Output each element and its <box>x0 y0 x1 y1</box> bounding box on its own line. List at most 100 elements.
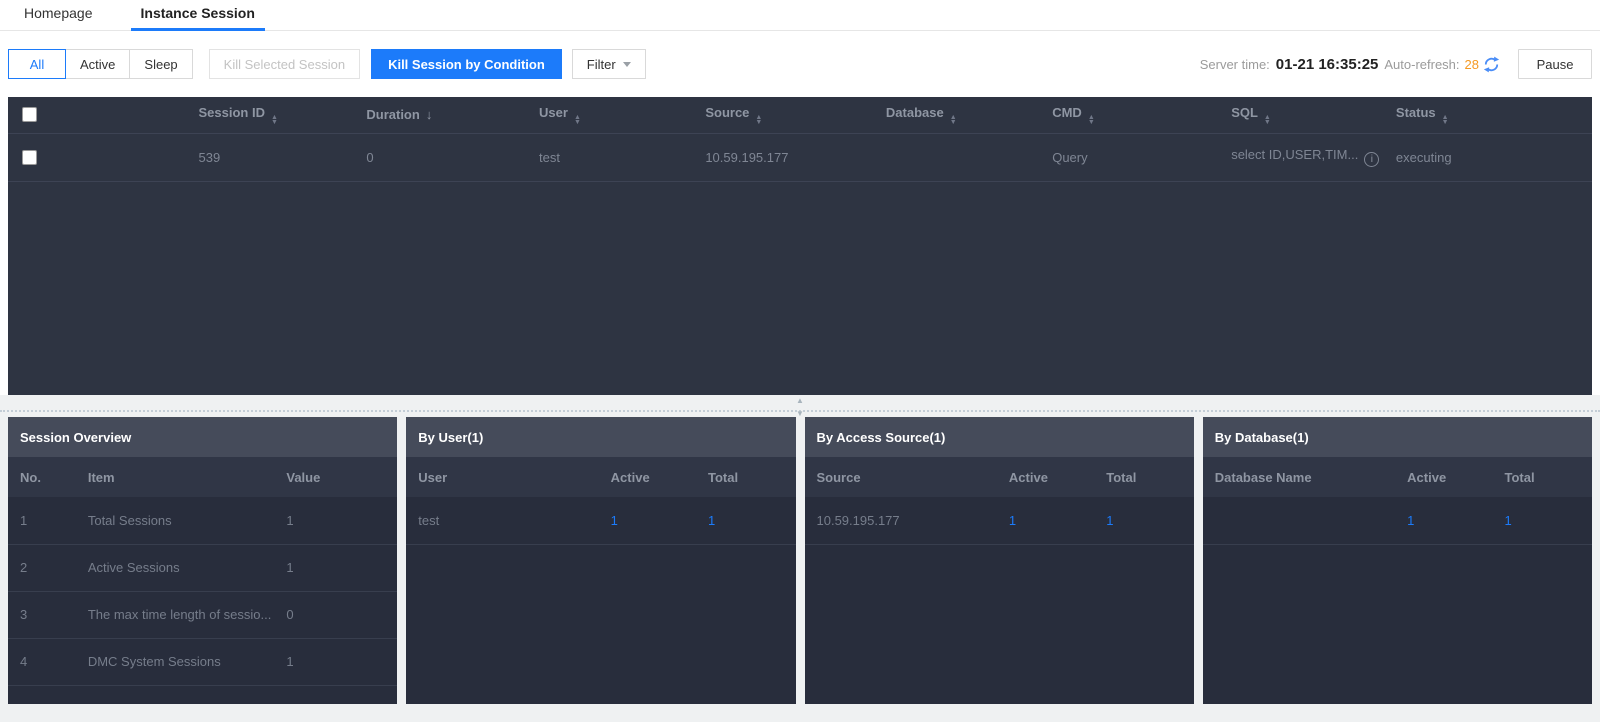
cell-sql: select ID,USER,TIM...i <box>1229 133 1394 181</box>
panel-session-overview: Session Overview No. Item Value 1 Total … <box>8 417 397 704</box>
table-header-row: Session ID▲▼ Duration↓ User▲▼ Source▲▼ D… <box>8 97 1592 133</box>
splitter-grip-icon[interactable]: ▲▼ <box>796 397 804 417</box>
sort-icon[interactable]: ▲▼ <box>1442 115 1449 125</box>
cell-no: 3 <box>8 591 86 638</box>
column-header-source[interactable]: Source▲▼ <box>703 97 884 133</box>
column-header-status[interactable]: Status▲▼ <box>1394 97 1592 133</box>
tab-instance-session[interactable]: Instance Session <box>137 5 259 30</box>
cell-source: 10.59.195.177 <box>703 133 884 181</box>
server-time-label: Server time: <box>1200 57 1270 72</box>
total-count-link[interactable]: 1 <box>706 497 796 544</box>
column-header-sql[interactable]: SQL▲▼ <box>1229 97 1394 133</box>
cell-no: 2 <box>8 544 86 591</box>
list-item: 2 Active Sessions 1 <box>8 544 397 591</box>
col-total: Total <box>1502 457 1592 497</box>
cell-item: DMC System Sessions <box>86 638 285 685</box>
list-item: 10.59.195.177 1 1 <box>805 497 1194 544</box>
panel-header-row: User Active Total <box>406 457 795 497</box>
panel-by-user: By User(1) User Active Total test 1 1 <box>406 417 795 704</box>
cell-value: 1 <box>284 497 397 544</box>
toolbar-right: Server time: 01-21 16:35:25 Auto-refresh… <box>1200 49 1592 79</box>
panel-body <box>8 686 397 705</box>
cell-cmd: Query <box>1050 133 1229 181</box>
panel-body <box>406 545 795 705</box>
cell-source: 10.59.195.177 <box>805 497 1007 544</box>
column-header-session-id[interactable]: Session ID▲▼ <box>196 97 364 133</box>
auto-refresh-label: Auto-refresh: <box>1384 57 1459 72</box>
col-active: Active <box>1405 457 1502 497</box>
session-state-filter-group: All Active Sleep <box>8 49 192 79</box>
tab-homepage[interactable]: Homepage <box>20 5 97 30</box>
server-time-value: 01-21 16:35:25 <box>1276 56 1379 73</box>
sort-icon[interactable]: ▲▼ <box>950 115 957 125</box>
panel-header-row: No. Item Value <box>8 457 397 497</box>
filter-dropdown-label: Filter <box>587 57 616 72</box>
cell-status: executing <box>1394 133 1592 181</box>
col-value: Value <box>284 457 397 497</box>
filter-dropdown-button[interactable]: Filter <box>572 49 646 79</box>
bottom-strip <box>0 704 1600 722</box>
filter-active-button[interactable]: Active <box>65 49 130 79</box>
list-item: 1 Total Sessions 1 <box>8 497 397 544</box>
cell-item: Total Sessions <box>86 497 285 544</box>
column-header-database[interactable]: Database▲▼ <box>884 97 1050 133</box>
session-table: Session ID▲▼ Duration↓ User▲▼ Source▲▼ D… <box>8 97 1592 395</box>
list-item: 1 1 <box>1203 497 1592 544</box>
cell-user: test <box>406 497 608 544</box>
list-item: test 1 1 <box>406 497 795 544</box>
auto-refresh-countdown: 28 <box>1465 57 1479 72</box>
list-item: 4 DMC System Sessions 1 <box>8 638 397 685</box>
col-user: User <box>406 457 608 497</box>
sort-icon[interactable]: ▲▼ <box>271 115 278 125</box>
cell-item: Active Sessions <box>86 544 285 591</box>
cell-no: 1 <box>8 497 86 544</box>
col-active: Active <box>609 457 706 497</box>
panel-splitter[interactable]: ▲▼ <box>0 395 1600 417</box>
cell-value: 1 <box>284 544 397 591</box>
panel-header-row: Database Name Active Total <box>1203 457 1592 497</box>
sort-icon[interactable]: ▲▼ <box>574 115 581 125</box>
col-total: Total <box>706 457 796 497</box>
total-count-link[interactable]: 1 <box>1104 497 1194 544</box>
sort-icon[interactable]: ▲▼ <box>1088 115 1095 125</box>
active-count-link[interactable]: 1 <box>1405 497 1502 544</box>
cell-session-id: 539 <box>196 133 364 181</box>
cell-database <box>884 133 1050 181</box>
column-header-cmd[interactable]: CMD▲▼ <box>1050 97 1229 133</box>
active-count-link[interactable]: 1 <box>1007 497 1104 544</box>
filter-all-button[interactable]: All <box>8 49 66 79</box>
sort-desc-icon[interactable]: ↓ <box>426 107 433 122</box>
cell-value: 0 <box>284 591 397 638</box>
col-item: Item <box>86 457 285 497</box>
statistics-panels: Session Overview No. Item Value 1 Total … <box>0 417 1600 704</box>
sort-icon[interactable]: ▲▼ <box>1264 115 1271 125</box>
col-total: Total <box>1104 457 1194 497</box>
panel-by-database: By Database(1) Database Name Active Tota… <box>1203 417 1592 704</box>
column-header-user[interactable]: User▲▼ <box>537 97 703 133</box>
cell-database-name <box>1203 497 1405 544</box>
total-count-link[interactable]: 1 <box>1502 497 1592 544</box>
info-icon[interactable]: i <box>1364 152 1379 167</box>
col-no: No. <box>8 457 86 497</box>
panel-title: By Database(1) <box>1203 417 1592 457</box>
column-header-duration[interactable]: Duration↓ <box>364 97 537 133</box>
pause-button[interactable]: Pause <box>1518 49 1592 79</box>
panel-title: By Access Source(1) <box>805 417 1194 457</box>
cell-item: The max time length of sessio... <box>86 591 285 638</box>
cell-user: test <box>537 133 703 181</box>
col-database-name: Database Name <box>1203 457 1405 497</box>
row-checkbox[interactable] <box>22 150 37 165</box>
sort-icon[interactable]: ▲▼ <box>755 115 762 125</box>
panel-title: By User(1) <box>406 417 795 457</box>
refresh-icon[interactable] <box>1483 56 1500 73</box>
kill-session-by-condition-button[interactable]: Kill Session by Condition <box>371 49 562 79</box>
cell-duration: 0 <box>364 133 537 181</box>
kill-selected-session-button[interactable]: Kill Selected Session <box>209 49 360 79</box>
panel-header-row: Source Active Total <box>805 457 1194 497</box>
list-item: 3 The max time length of sessio... 0 <box>8 591 397 638</box>
col-active: Active <box>1007 457 1104 497</box>
filter-sleep-button[interactable]: Sleep <box>129 49 192 79</box>
select-all-checkbox[interactable] <box>22 107 37 122</box>
active-count-link[interactable]: 1 <box>609 497 706 544</box>
chevron-down-icon <box>623 62 631 67</box>
